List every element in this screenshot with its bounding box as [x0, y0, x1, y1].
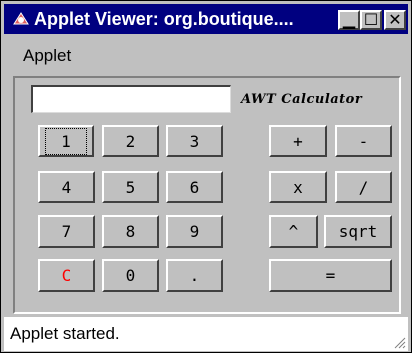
key-0[interactable]: 0 [102, 259, 159, 292]
title-bar[interactable]: Applet Viewer: org.boutique.... ▁ ☐ ✕ [4, 4, 408, 34]
key-2[interactable]: 2 [102, 125, 159, 157]
key-minus[interactable]: - [335, 125, 392, 157]
key-decimal[interactable]: . [166, 259, 223, 292]
status-text: Applet started. [10, 324, 120, 343]
applet-viewer-window: Applet Viewer: org.boutique.... ▁ ☐ ✕ Ap… [0, 0, 412, 353]
maximize-button[interactable]: ☐ [360, 10, 382, 30]
key-sqrt[interactable]: sqrt [324, 215, 392, 248]
key-clear[interactable]: C [38, 259, 95, 292]
applet-icon [12, 10, 30, 28]
calculator-display[interactable] [31, 85, 231, 113]
key-3[interactable]: 3 [166, 125, 223, 157]
key-divide[interactable]: / [335, 171, 392, 203]
key-4[interactable]: 4 [38, 171, 95, 203]
key-9[interactable]: 9 [166, 215, 223, 248]
key-1[interactable]: 1 [38, 125, 94, 157]
calculator-title: AWT Calculator [241, 92, 363, 107]
key-5[interactable]: 5 [102, 171, 159, 203]
key-plus[interactable]: + [269, 125, 327, 157]
close-button[interactable]: ✕ [384, 10, 406, 30]
key-7[interactable]: 7 [38, 215, 95, 248]
key-8[interactable]: 8 [102, 215, 159, 248]
key-multiply[interactable]: x [269, 171, 327, 203]
menu-applet[interactable]: Applet [23, 46, 71, 66]
minimize-button[interactable]: ▁ [338, 10, 360, 30]
menu-bar: Applet [4, 36, 408, 72]
key-equals[interactable]: = [269, 259, 392, 292]
status-bar: Applet started. [4, 317, 408, 351]
key-power[interactable]: ^ [269, 215, 318, 248]
resize-grip-icon[interactable] [394, 337, 406, 349]
window-title: Applet Viewer: org.boutique.... [34, 9, 294, 29]
key-6[interactable]: 6 [166, 171, 223, 203]
